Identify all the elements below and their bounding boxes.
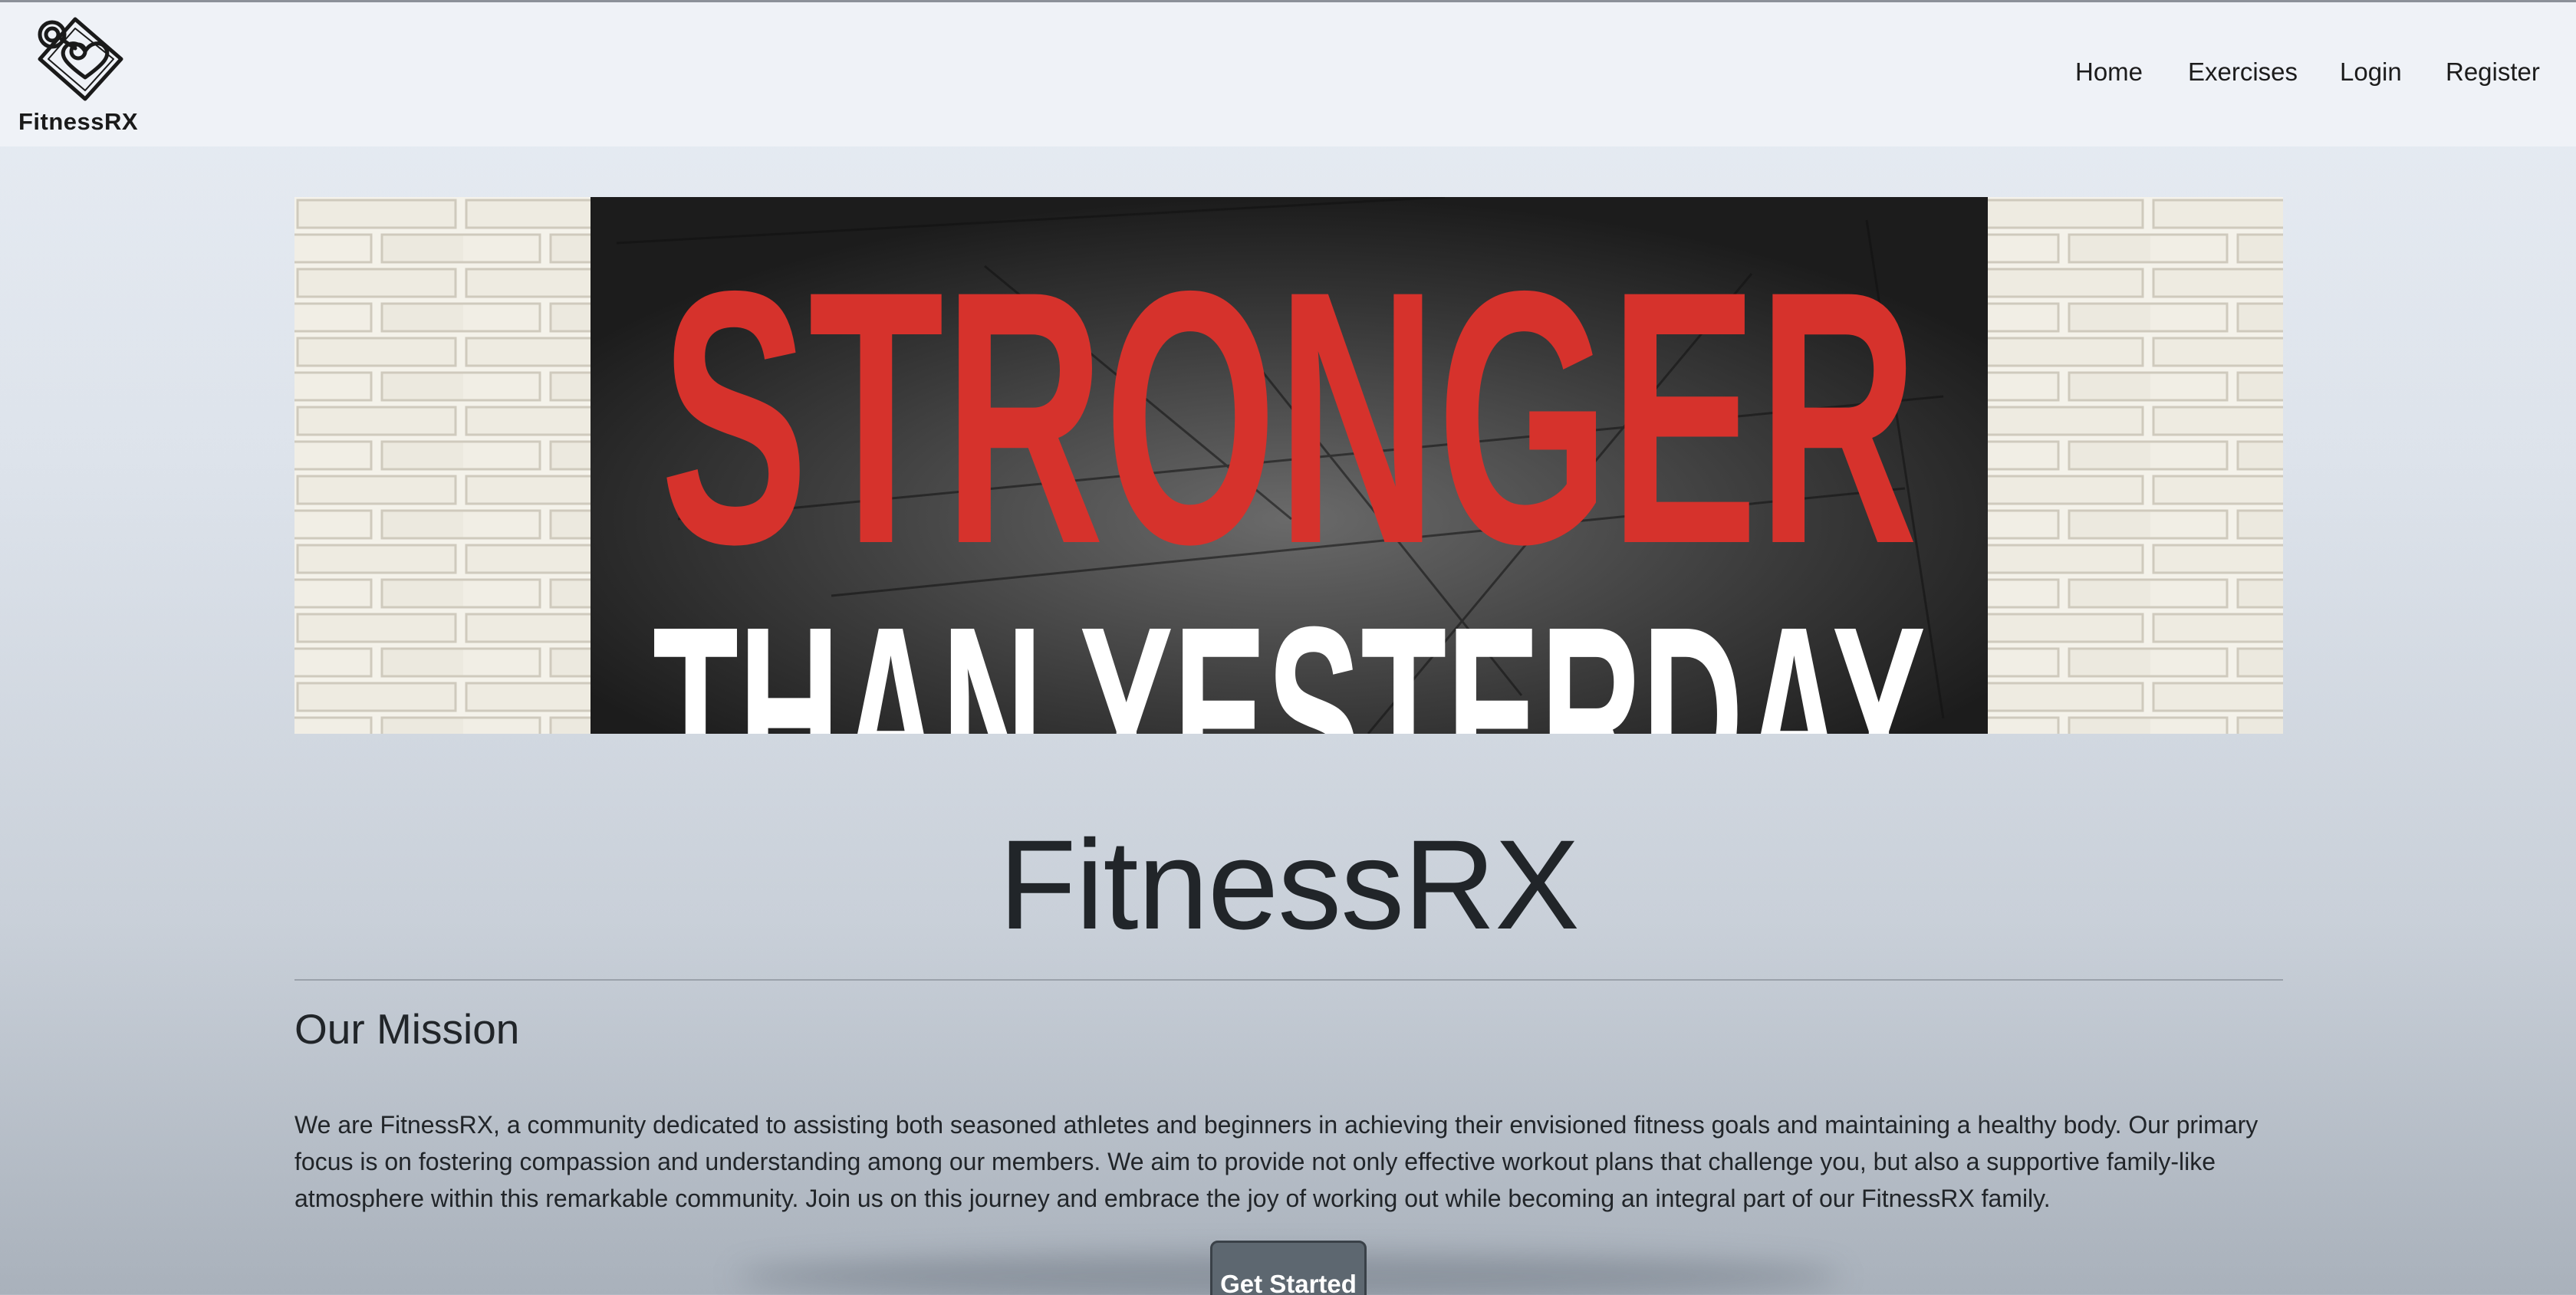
hero-line1: STRONGER (660, 216, 1918, 619)
dumbbell-heart-logo-icon (28, 13, 143, 105)
mission-heading: Our Mission (294, 1005, 520, 1053)
navbar: FitnessRX Home Exercises Login Register (0, 2, 2576, 146)
section-divider (294, 979, 2283, 981)
brand-link[interactable]: FitnessRX (15, 13, 146, 140)
nav-link-register[interactable]: Register (2446, 58, 2540, 87)
nav-link-home[interactable]: Home (2075, 58, 2143, 87)
hero-line2: THAN YESTERDAY (653, 574, 1926, 734)
page-title: FitnessRX (998, 814, 1580, 956)
mission-text: We are FitnessRX, a community dedicated … (294, 1111, 2259, 1212)
hero-banner-image: STRONGER THAN YESTERDAY (294, 197, 2283, 734)
brand-name: FitnessRX (18, 108, 139, 135)
nav-link-login[interactable]: Login (2340, 58, 2402, 87)
nav-link-exercises[interactable]: Exercises (2188, 58, 2298, 87)
get-started-button[interactable]: Get Started (1210, 1241, 1367, 1295)
